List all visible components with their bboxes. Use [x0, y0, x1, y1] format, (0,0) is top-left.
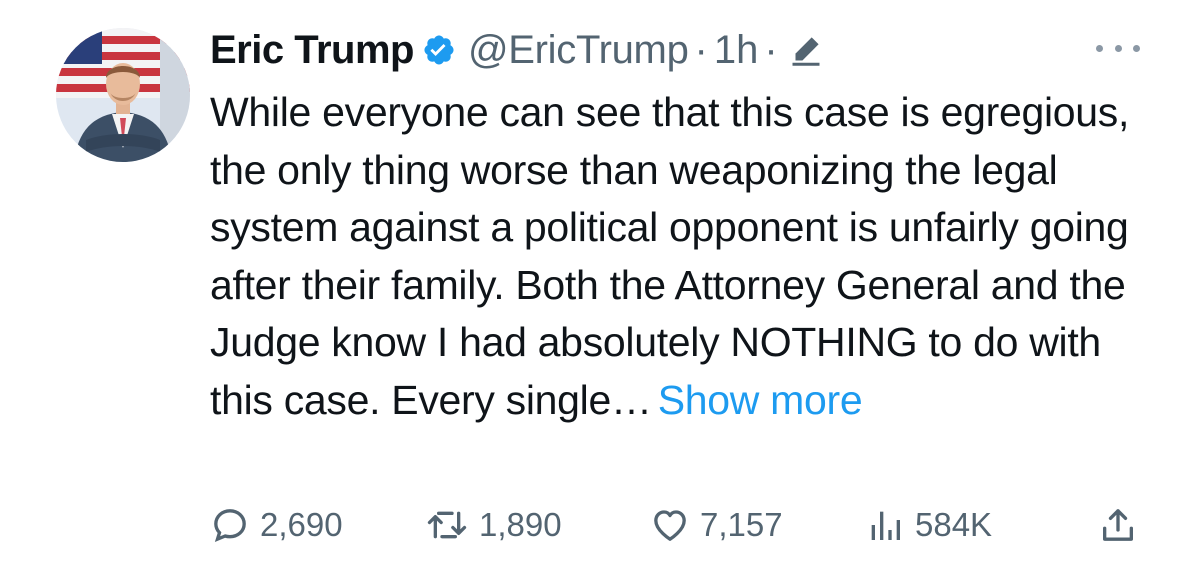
retweet-count: 1,890 [479, 506, 562, 543]
header-separator: · [764, 27, 778, 72]
more-dot [1114, 44, 1122, 52]
more-dot [1133, 44, 1140, 52]
retweet-icon [427, 511, 467, 539]
header-separator: · [694, 27, 708, 72]
tweet-text: While everyone can see that this case is… [210, 89, 1130, 423]
more-dot [1096, 44, 1103, 52]
edit-pencil-icon[interactable] [788, 32, 824, 68]
verified-badge-icon[interactable] [422, 33, 456, 67]
share-icon [1103, 509, 1133, 541]
retweet-button[interactable]: 1,890 [425, 500, 562, 550]
share-button[interactable] [1098, 500, 1148, 550]
tweet-timestamp[interactable]: 1h [714, 28, 759, 73]
show-more-link[interactable]: Show more [658, 377, 863, 423]
tweet-actions: 2,690 1,890 7,157 584K [210, 500, 1150, 550]
avatar-image [56, 28, 190, 162]
author-name[interactable]: Eric Trump [210, 28, 414, 73]
views-count: 584K [915, 506, 993, 543]
more-options-icon[interactable] [1096, 36, 1140, 60]
tweet-text-container: While everyone can see that this case is… [210, 84, 1140, 429]
like-count: 7,157 [700, 506, 783, 543]
tweet-card: Eric Trump @EricTrump · 1h · While every… [0, 0, 1200, 578]
reply-button[interactable]: 2,690 [210, 500, 343, 550]
reply-icon [214, 509, 246, 543]
reply-count: 2,690 [260, 506, 343, 543]
heart-icon [654, 510, 686, 541]
views-button[interactable]: 584K [865, 500, 992, 550]
like-button[interactable]: 7,157 [650, 500, 783, 550]
avatar[interactable] [56, 28, 190, 162]
views-chart-icon [871, 511, 900, 540]
author-handle[interactable]: @EricTrump [468, 28, 689, 73]
tweet-header: Eric Trump @EricTrump · 1h · [210, 24, 824, 76]
